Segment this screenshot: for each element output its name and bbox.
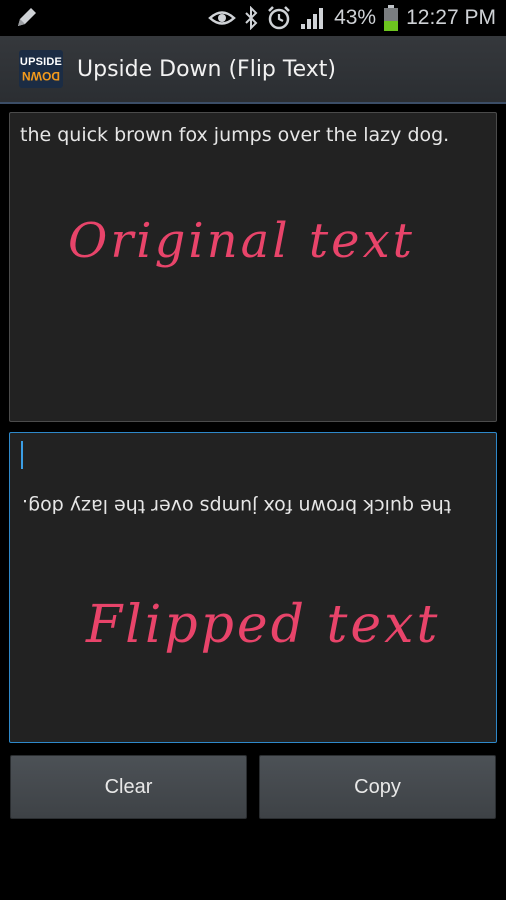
clear-button[interactable]: Clear: [10, 755, 247, 819]
original-text-input[interactable]: the quick brown fox jumps over the lazy …: [9, 112, 497, 422]
app-logo-top: UPSIDE: [19, 55, 63, 68]
alarm-icon: [266, 5, 292, 31]
app-logo-icon[interactable]: UPSIDE DOWN: [19, 50, 63, 88]
original-text-annotation: Original text: [68, 213, 415, 269]
status-bar: 43% 12:27 PM: [0, 0, 506, 36]
pencil-icon: [14, 4, 40, 34]
original-text-value: the quick brown fox jumps over the lazy …: [20, 124, 450, 146]
copy-button[interactable]: Copy: [259, 755, 496, 819]
clock: 12:27 PM: [406, 6, 496, 29]
app-logo-bottom: DOWN: [22, 68, 60, 83]
flipped-text-output[interactable]: the quick brown fox jumps over the lazy …: [9, 432, 497, 743]
battery-percent: 43%: [334, 6, 377, 29]
signal-icon: [300, 6, 326, 30]
eye-icon: [208, 7, 236, 29]
bluetooth-icon: [244, 6, 258, 30]
flipped-text-annotation: Flipped text: [86, 595, 441, 655]
app-title: Upside Down (Flip Text): [77, 56, 336, 82]
text-cursor: [21, 441, 23, 469]
flipped-text-value: the quick brown fox jumps over the lazy …: [22, 495, 452, 517]
action-bar: UPSIDE DOWN Upside Down (Flip Text): [0, 36, 506, 104]
battery-icon: [384, 5, 399, 31]
